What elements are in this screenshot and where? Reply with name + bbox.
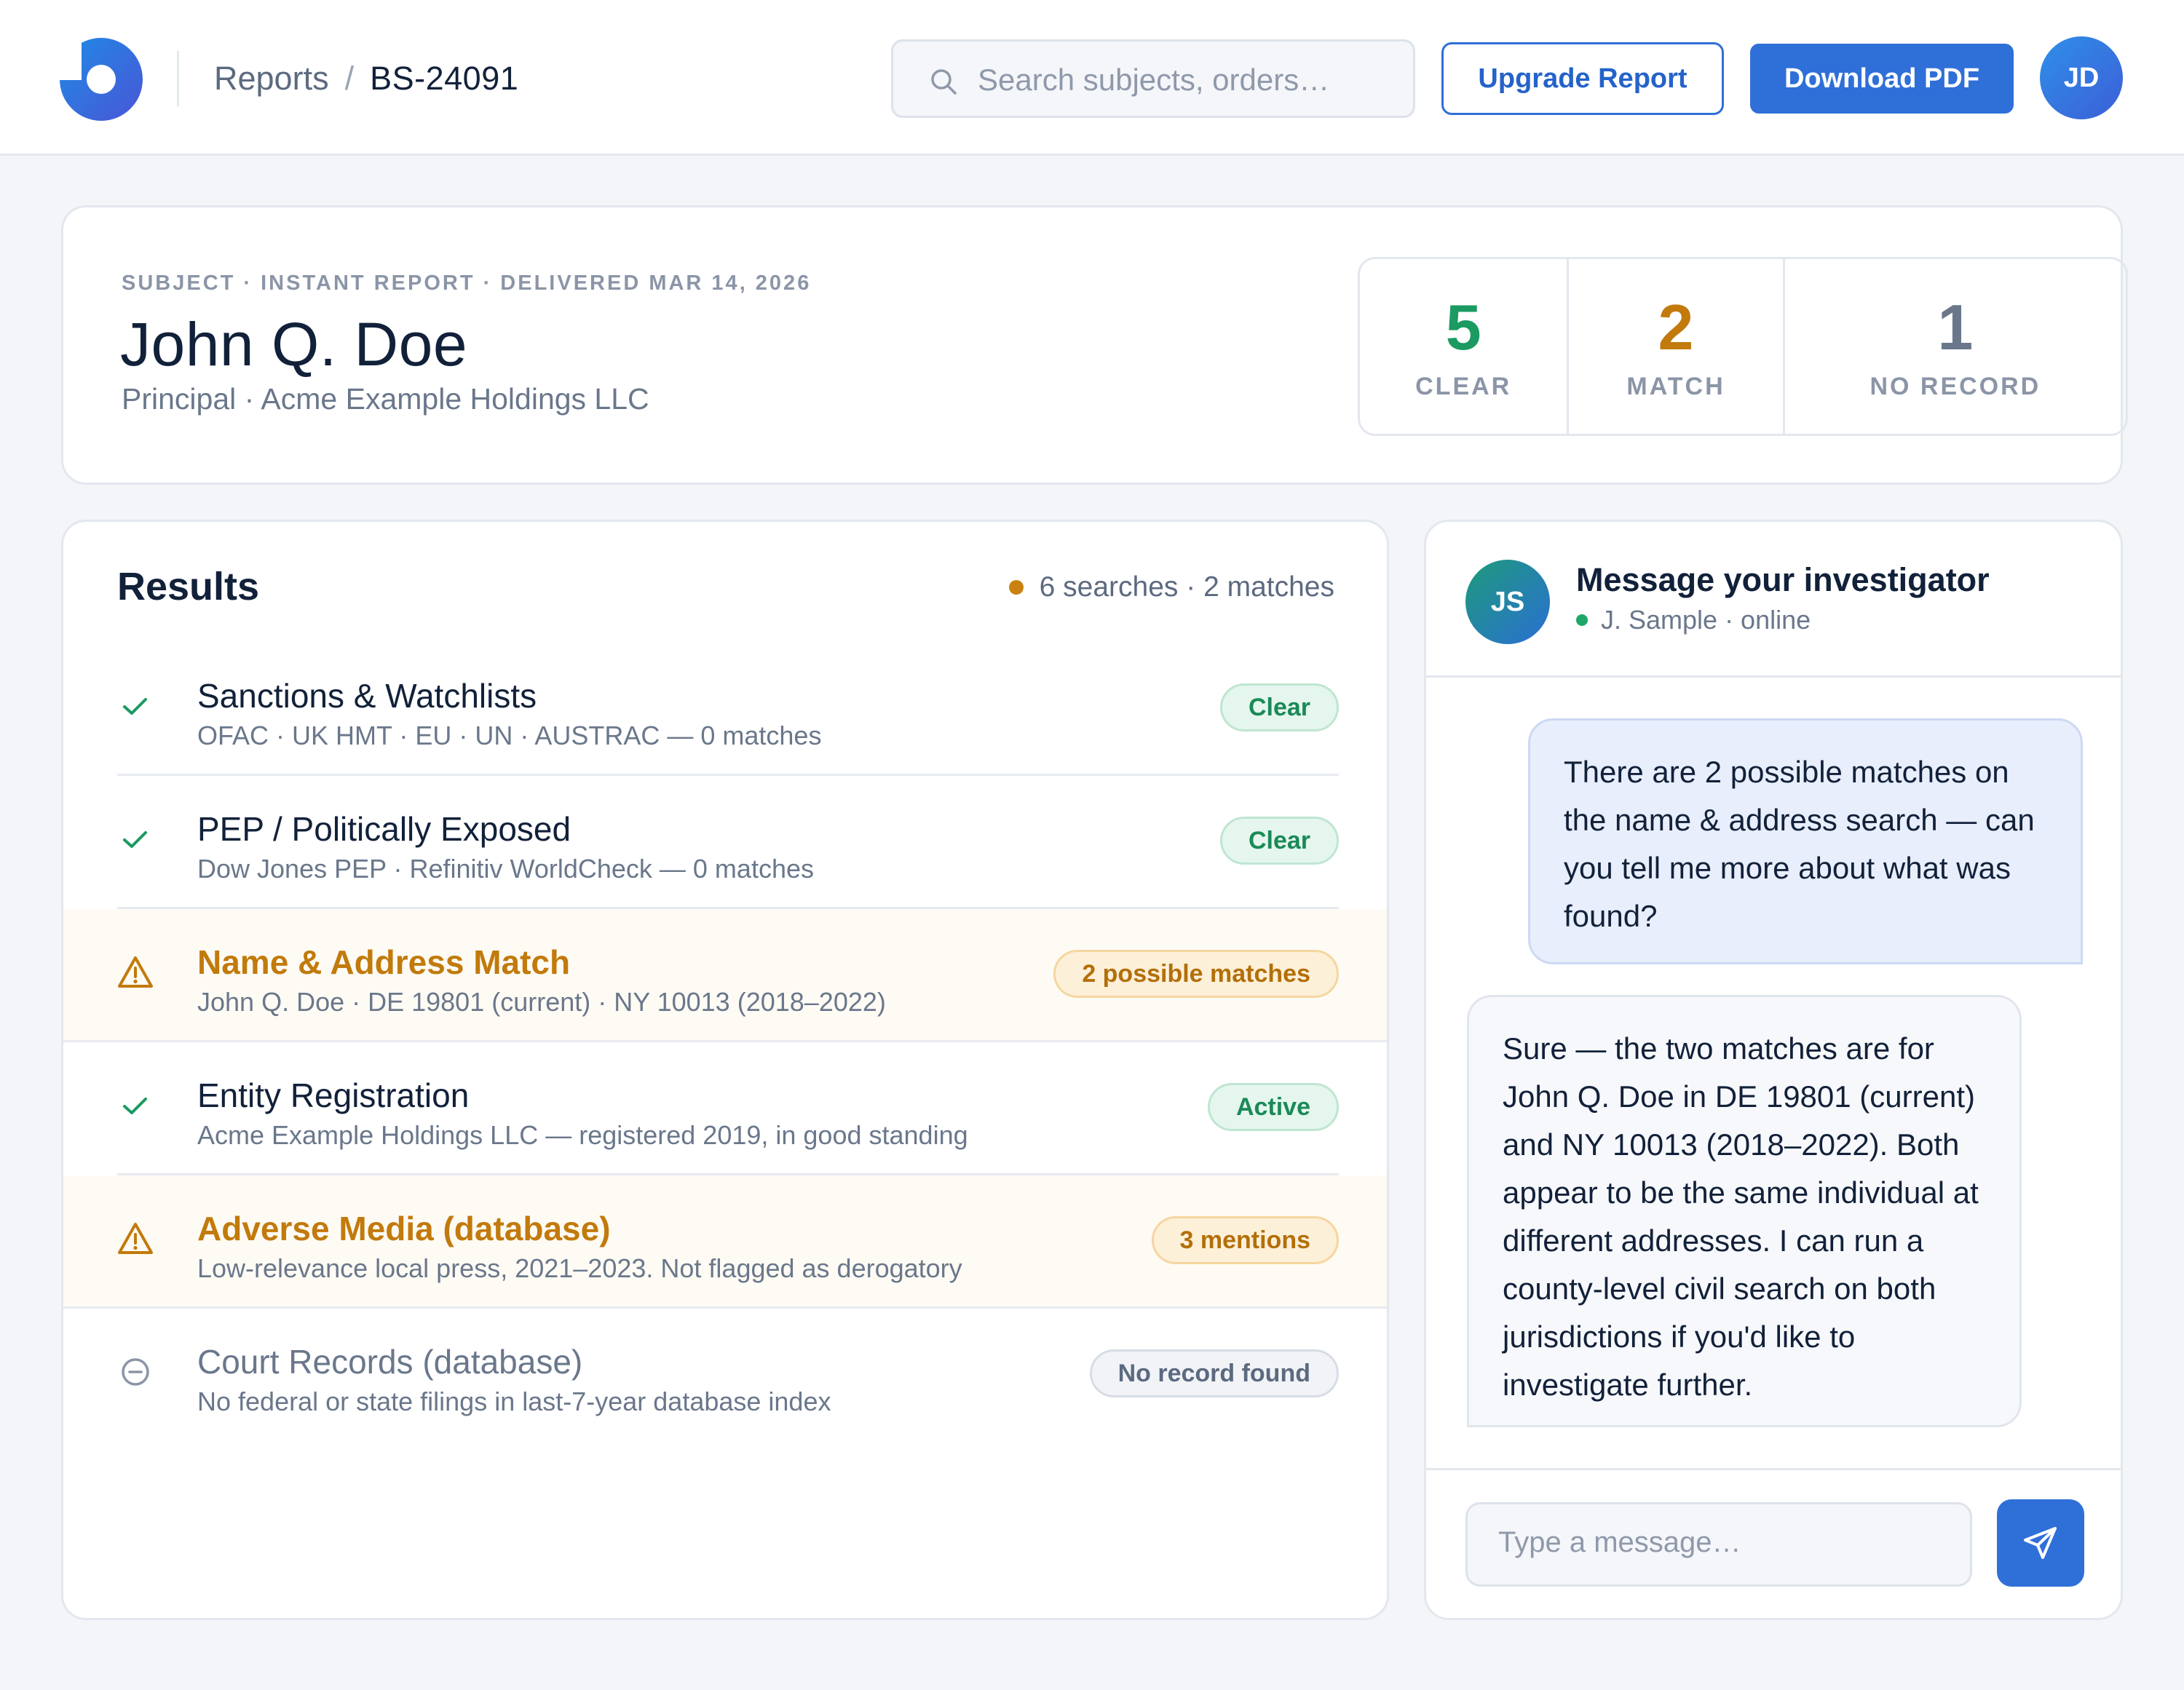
stat-clear-value: 5 bbox=[1445, 290, 1481, 363]
results-summary: 6 searches · 2 matches bbox=[1008, 571, 1334, 603]
subject-role: Principal · Acme Example Holdings LLC bbox=[122, 382, 649, 416]
stat-no-record-value: 1 bbox=[1937, 290, 1974, 363]
search-input[interactable]: Search subjects, orders… bbox=[891, 39, 1415, 118]
result-title: Name & Address Match bbox=[197, 943, 571, 981]
check-icon bbox=[123, 698, 147, 715]
check-icon bbox=[123, 1098, 147, 1114]
results-panel: Results 6 searches · 2 matches Sanctions… bbox=[61, 520, 1389, 1620]
stat-clear: 5 CLEAR bbox=[1360, 259, 1567, 434]
result-row-entity[interactable]: Entity Registration Acme Example Holding… bbox=[63, 1042, 1387, 1175]
user-avatar[interactable]: JD bbox=[2040, 36, 2123, 119]
chat-header: JS Message your investigator J. Sample ·… bbox=[1426, 522, 2121, 678]
investigator-chat-panel: JS Message your investigator J. Sample ·… bbox=[1424, 520, 2123, 1620]
online-indicator-icon bbox=[1576, 614, 1588, 626]
download-pdf-button[interactable]: Download PDF bbox=[1750, 44, 2014, 114]
result-row-sanctions[interactable]: Sanctions & Watchlists OFAC · UK HMT · E… bbox=[63, 643, 1387, 776]
minus-circle-icon bbox=[122, 1358, 149, 1386]
warning-icon bbox=[118, 956, 153, 988]
stat-match: 2 MATCH bbox=[1567, 259, 1782, 434]
stat-no-record-label: NO RECORD bbox=[1870, 372, 2041, 400]
result-row-pep[interactable]: PEP / Politically Exposed Dow Jones PEP … bbox=[63, 776, 1387, 909]
send-icon bbox=[2024, 1527, 2057, 1559]
message-input[interactable]: Type a message… bbox=[1465, 1502, 1972, 1587]
investigator-status: J. Sample · online bbox=[1576, 605, 1811, 635]
result-description: Dow Jones PEP · Refinitiv WorldCheck — 0… bbox=[197, 854, 814, 884]
top-bar: Reports / BS-24091 Search subjects, orders… bbox=[0, 0, 2184, 156]
status-badge: No record found bbox=[1089, 1349, 1339, 1397]
result-title: Entity Registration bbox=[197, 1076, 470, 1114]
breadcrumb: Reports / BS-24091 bbox=[214, 55, 518, 102]
search-icon bbox=[931, 69, 957, 95]
status-badge: Clear bbox=[1219, 817, 1339, 865]
breadcrumb-separator: / bbox=[344, 60, 355, 97]
stat-clear-label: CLEAR bbox=[1415, 372, 1512, 400]
result-description: No federal or state filings in last-7-ye… bbox=[197, 1386, 831, 1416]
investigator-message-bubble: Sure — the two matches are for John Q. D… bbox=[1467, 995, 2022, 1427]
result-title: PEP / Politically Exposed bbox=[197, 810, 571, 848]
result-title: Sanctions & Watchlists bbox=[197, 677, 537, 715]
user-message-bubble: There are 2 possible matches on the name… bbox=[1528, 718, 2083, 964]
stat-match-label: MATCH bbox=[1626, 372, 1725, 400]
result-description: John Q. Doe · DE 19801 (current) · NY 10… bbox=[197, 987, 886, 1017]
status-badge: Active bbox=[1207, 1083, 1339, 1131]
warning-icon bbox=[118, 1223, 153, 1254]
breadcrumb-current: BS-24091 bbox=[370, 60, 519, 97]
results-title: Results bbox=[117, 565, 260, 608]
status-badge: 2 possible matches bbox=[1053, 950, 1339, 998]
status-badge: 3 mentions bbox=[1151, 1216, 1339, 1264]
breadcrumb-reports-link[interactable]: Reports bbox=[214, 60, 329, 97]
summary-status-dot bbox=[1008, 580, 1024, 595]
chat-title: Message your investigator bbox=[1576, 561, 1990, 598]
result-row-name-address[interactable]: Name & Address Match John Q. Doe · DE 19… bbox=[63, 909, 1387, 1042]
subject-meta: SUBJECT · INSTANT REPORT · DELIVERED MAR… bbox=[122, 271, 812, 295]
result-description: OFAC · UK HMT · EU · UN · AUSTRAC — 0 ma… bbox=[197, 721, 822, 750]
result-row-adverse-media[interactable]: Adverse Media (database) Low-relevance l… bbox=[63, 1175, 1387, 1309]
result-stats: 5 CLEAR 2 MATCH 1 NO RECORD bbox=[1358, 257, 2128, 436]
result-description: Low-relevance local press, 2021–2023. No… bbox=[197, 1253, 962, 1283]
subject-name: John Q. Doe bbox=[120, 310, 468, 378]
results-summary-text: 6 searches · 2 matches bbox=[1039, 571, 1334, 603]
chat-composer: Type a message… bbox=[1426, 1468, 2121, 1618]
stat-no-record: 1 NO RECORD bbox=[1782, 259, 2126, 434]
send-button[interactable] bbox=[1997, 1499, 2084, 1587]
upgrade-report-button[interactable]: Upgrade Report bbox=[1441, 42, 1724, 115]
investigator-avatar: JS bbox=[1465, 560, 1550, 644]
investigator-status-text: J. Sample · online bbox=[1601, 605, 1811, 635]
search-placeholder: Search subjects, orders… bbox=[978, 63, 1330, 97]
check-icon bbox=[123, 831, 147, 848]
result-title: Adverse Media (database) bbox=[197, 1210, 611, 1247]
result-row-court-records[interactable]: Court Records (database) No federal or s… bbox=[63, 1309, 1387, 1442]
brand-logo-icon[interactable] bbox=[60, 38, 143, 121]
stat-match-value: 2 bbox=[1658, 290, 1694, 363]
header-divider bbox=[177, 51, 179, 106]
result-description: Acme Example Holdings LLC — registered 2… bbox=[197, 1120, 968, 1150]
result-title: Court Records (database) bbox=[197, 1343, 583, 1381]
subject-card: SUBJECT · INSTANT REPORT · DELIVERED MAR… bbox=[61, 205, 2128, 485]
status-badge: Clear bbox=[1219, 683, 1339, 731]
